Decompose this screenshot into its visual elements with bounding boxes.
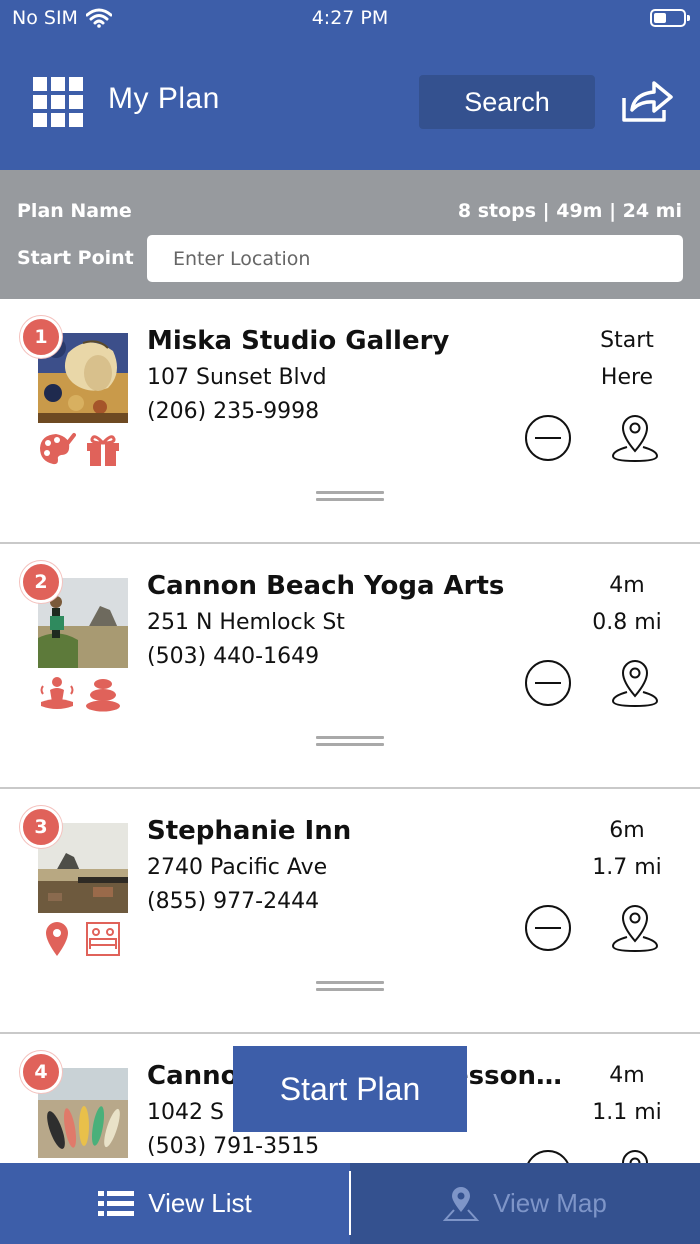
start-plan-button[interactable]: Start Plan [233, 1046, 467, 1132]
remove-stop-icon[interactable] [524, 1149, 572, 1163]
category-icons [38, 676, 122, 712]
stop-phone[interactable]: (503) 791-3515 [147, 1134, 319, 1159]
stop-name[interactable]: Stephanie Inn [147, 816, 351, 846]
stop-number-badge: 4 [20, 1051, 62, 1093]
search-button[interactable]: Search [419, 75, 595, 129]
stop-time: 4m [609, 1063, 645, 1088]
stops-list: 1 Miska Studio Gallery 107 Sunset Blvd (… [0, 299, 700, 1163]
stop-phone[interactable]: (503) 440-1649 [147, 644, 319, 669]
map-pin-icon[interactable] [610, 901, 660, 953]
lodging-icon [86, 922, 120, 956]
stop-distance: 1.7 mi [592, 855, 662, 880]
start-location-input[interactable] [147, 235, 683, 282]
list-icon [98, 1190, 135, 1216]
stop-item[interactable]: 3 Stephanie Inn 2740 Pacific Ave (855) 9… [0, 789, 700, 1034]
map-pin-icon[interactable] [610, 1146, 660, 1163]
map-pin-icon [443, 1186, 480, 1221]
stop-number-badge: 1 [20, 316, 62, 358]
tab-view-list-label: View List [148, 1188, 252, 1218]
remove-stop-icon[interactable] [524, 904, 572, 952]
stop-time: 4m [609, 573, 645, 598]
plan-info-bar: Plan Name 8 stops | 49m | 24 mi Start Po… [0, 170, 700, 299]
battery-icon [650, 9, 690, 27]
map-pin-icon[interactable] [610, 411, 660, 463]
category-icons [38, 431, 122, 467]
stop-phone[interactable]: (206) 235-9998 [147, 399, 319, 424]
nav-bar: My Plan Search [0, 40, 700, 170]
drag-handle[interactable] [316, 981, 384, 991]
tab-view-map[interactable]: View Map [350, 1163, 700, 1244]
status-bar: No SIM 4:27 PM [0, 0, 700, 40]
stop-item[interactable]: 1 Miska Studio Gallery 107 Sunset Blvd (… [0, 299, 700, 544]
plan-stats: 8 stops | 49m | 24 mi [457, 200, 682, 222]
stop-time: Start [600, 328, 654, 353]
tab-view-list[interactable]: View List [0, 1163, 350, 1244]
bottom-tab-bar: View List View Map [0, 1163, 700, 1244]
remove-stop-icon[interactable] [524, 414, 572, 462]
palette-icon [40, 433, 76, 465]
drag-handle[interactable] [316, 736, 384, 746]
stop-address: 107 Sunset Blvd [147, 365, 327, 390]
tab-view-map-label: View Map [493, 1188, 607, 1218]
stop-distance: 1.1 mi [592, 1100, 662, 1125]
tab-divider [349, 1171, 351, 1235]
stop-name[interactable]: Miska Studio Gallery [147, 326, 449, 356]
stop-number-badge: 3 [20, 806, 62, 848]
stop-name[interactable]: Cannon Beach Yoga Arts [147, 571, 504, 601]
start-point-label: Start Point [17, 247, 134, 269]
drag-handle[interactable] [316, 491, 384, 501]
share-icon[interactable] [620, 80, 674, 124]
plan-name-label[interactable]: Plan Name [17, 200, 132, 222]
stop-distance: 0.8 mi [592, 610, 662, 635]
spa-icon [40, 677, 74, 709]
stop-time: 6m [609, 818, 645, 843]
stop-address: 2740 Pacific Ave [147, 855, 328, 880]
stop-address: 251 N Hemlock St [147, 610, 345, 635]
stones-icon [86, 679, 120, 712]
stop-number-badge: 2 [20, 561, 62, 603]
stop-item[interactable]: 2 Cannon Beach Yoga Arts 251 N Hemlock S… [0, 544, 700, 789]
remove-stop-icon[interactable] [524, 659, 572, 707]
grid-menu-icon[interactable] [33, 77, 83, 127]
location-pin-icon [46, 922, 68, 956]
page-title: My Plan [108, 82, 220, 115]
stop-phone[interactable]: (855) 977-2444 [147, 889, 319, 914]
map-pin-icon[interactable] [610, 656, 660, 708]
category-icons [38, 921, 122, 957]
status-time: 4:27 PM [311, 7, 389, 29]
gift-icon [87, 435, 119, 466]
stop-distance: Here [600, 365, 654, 390]
